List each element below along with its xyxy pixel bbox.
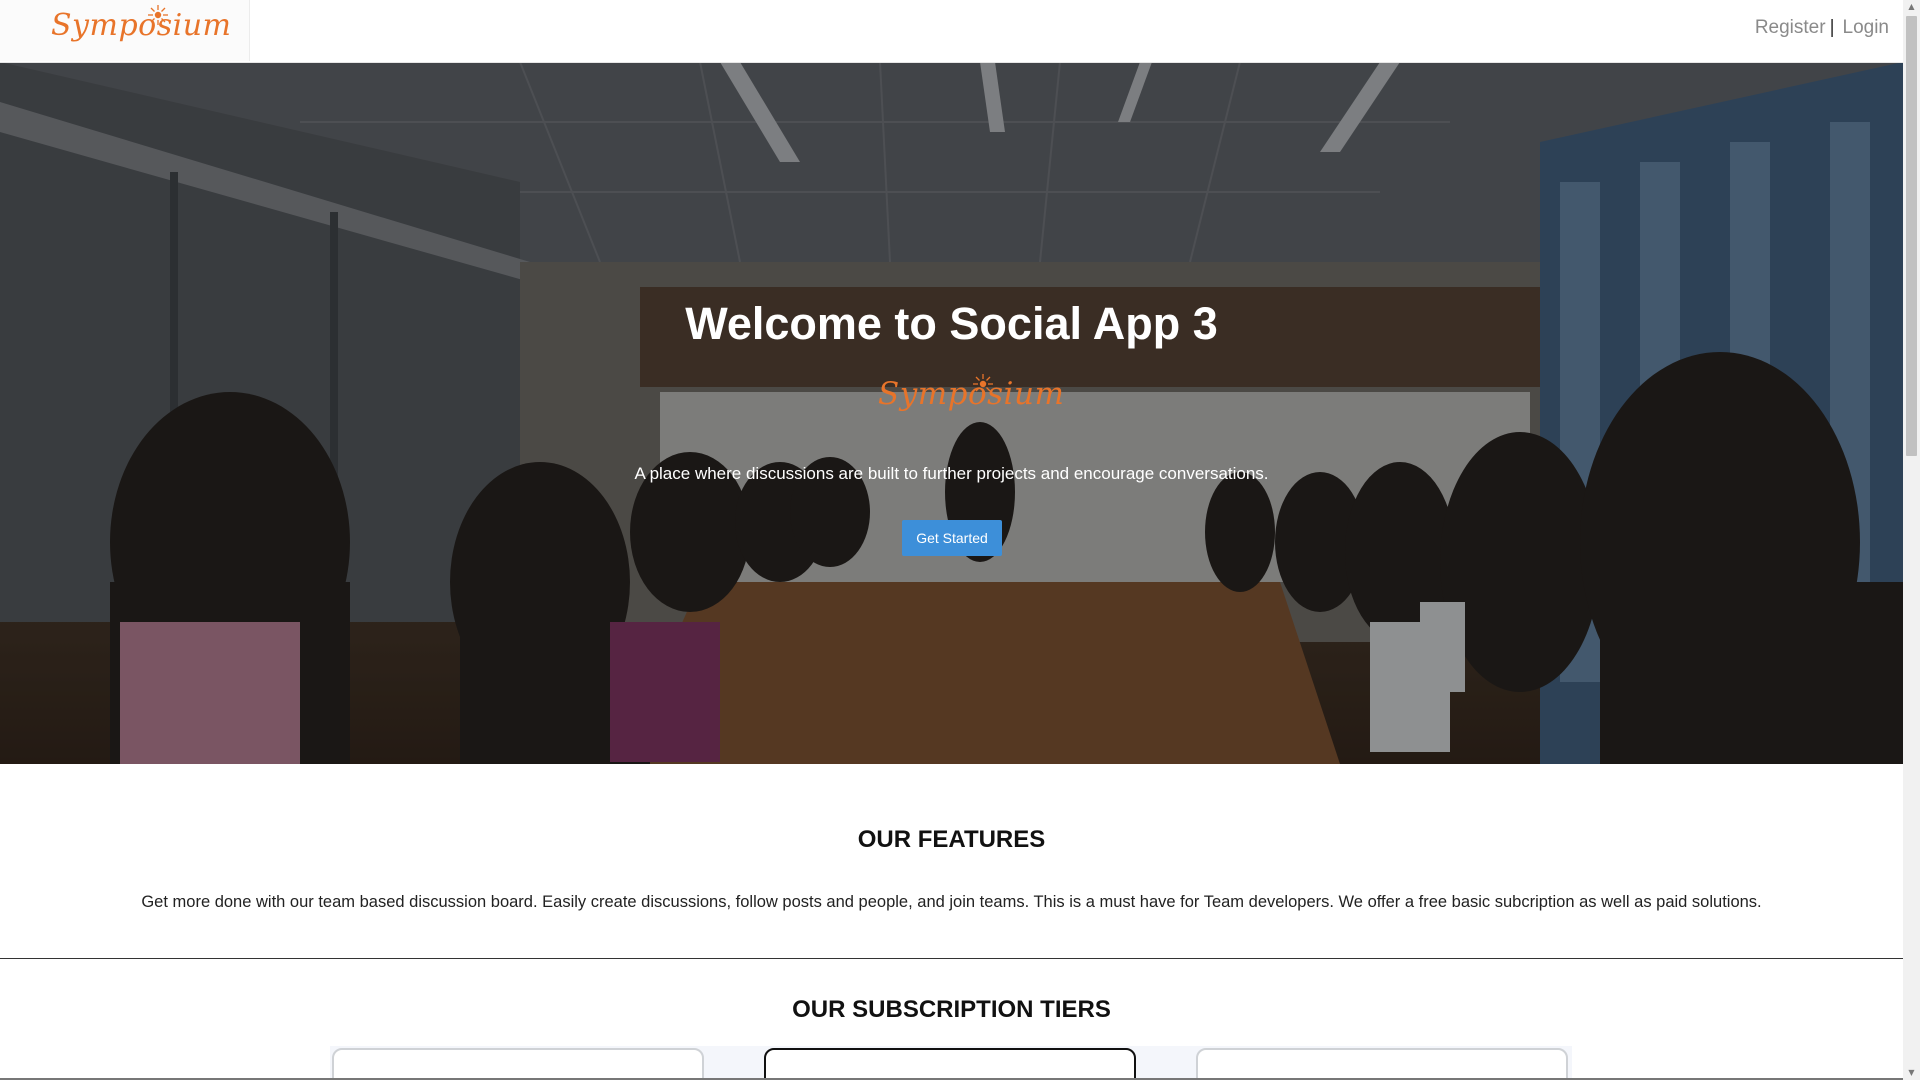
sun-icon xyxy=(148,5,168,25)
page-scrollbar[interactable]: ▲ ▼ xyxy=(1903,0,1920,1080)
scrollbar-thumb[interactable] xyxy=(1906,16,1917,456)
get-started-button[interactable]: Get Started xyxy=(902,520,1002,556)
tier-card-featured[interactable] xyxy=(764,1048,1136,1080)
tier-card-premium[interactable] xyxy=(1196,1048,1568,1080)
hero-title: Welcome to Social App 3 xyxy=(685,298,1218,349)
register-link[interactable]: Register xyxy=(1755,17,1826,38)
landing-page: Symposium Register | Login Welcome to So… xyxy=(0,0,1920,1080)
auth-nav: Register | Login xyxy=(1755,17,1889,39)
hero-tagline: A place where discussions are built to f… xyxy=(634,464,1269,483)
features-description: Get more done with our team based discus… xyxy=(141,893,1762,911)
tier-card-basic[interactable] xyxy=(332,1048,704,1080)
scroll-up-arrow-icon[interactable]: ▲ xyxy=(1903,0,1920,14)
scroll-down-arrow-icon[interactable]: ▼ xyxy=(1903,1066,1920,1080)
hero-overlay xyxy=(0,62,1903,764)
top-navbar: Symposium Register | Login xyxy=(0,0,1903,63)
nav-separator: | xyxy=(1829,17,1835,38)
login-link[interactable]: Login xyxy=(1843,17,1890,38)
tiers-heading: OUR SUBSCRIPTION TIERS xyxy=(792,996,1111,1023)
features-heading: OUR FEATURES xyxy=(857,826,1046,853)
section-divider xyxy=(0,958,1903,959)
brand-area[interactable]: Symposium xyxy=(0,0,250,61)
brand-logo-text: Symposium xyxy=(51,8,232,43)
sun-icon xyxy=(973,374,993,394)
hero-logo: Symposium xyxy=(878,374,1064,412)
brand-logo[interactable]: Symposium xyxy=(51,5,232,43)
hero-section: Welcome to Social App 3 Symposium A plac… xyxy=(0,62,1903,764)
